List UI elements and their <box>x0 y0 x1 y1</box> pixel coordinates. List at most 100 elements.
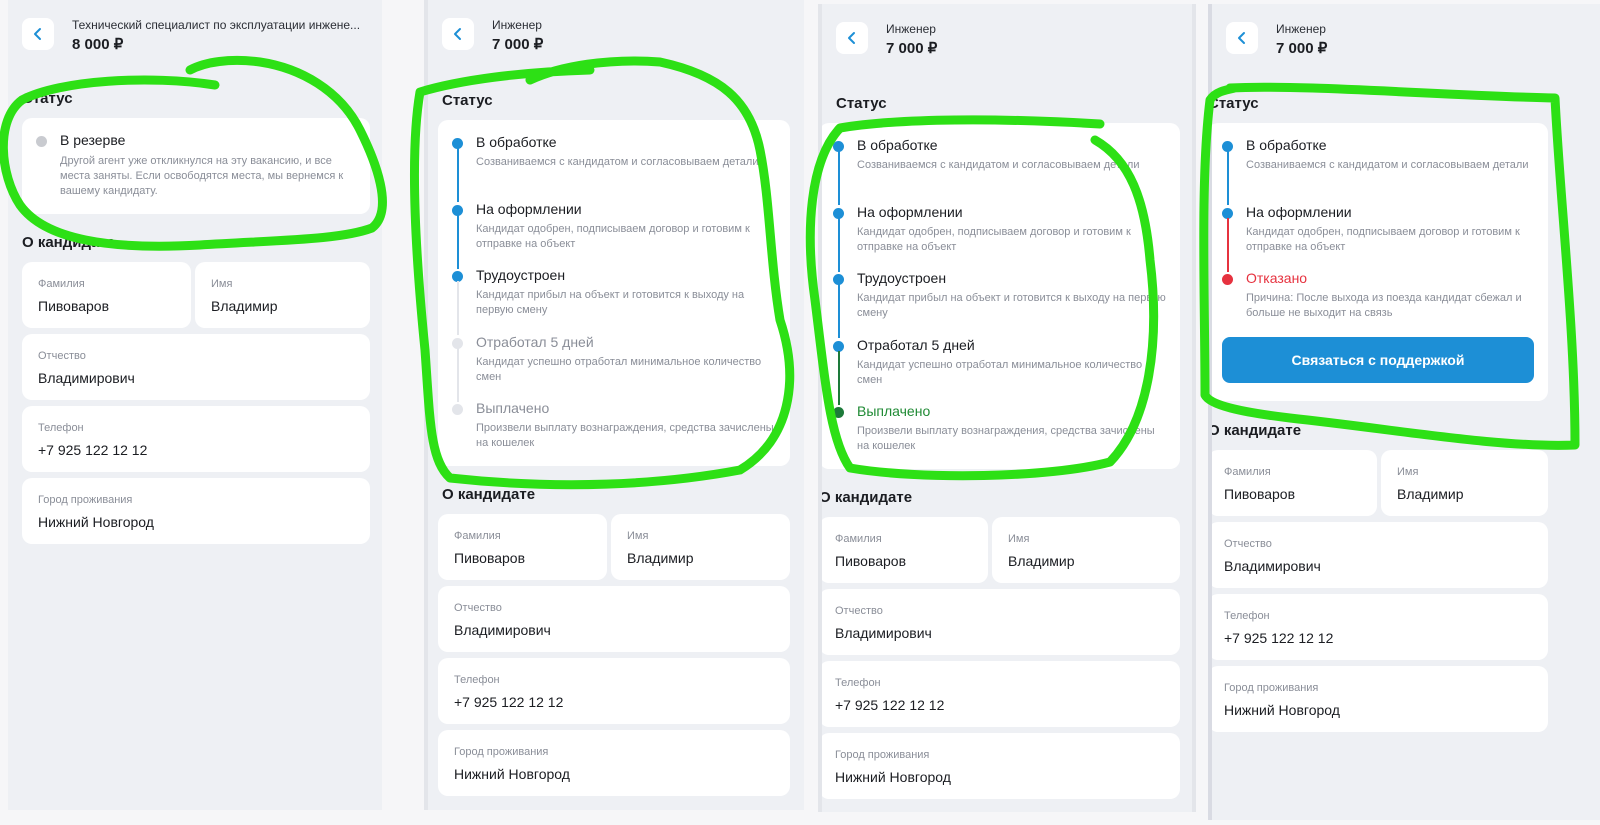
step-title: На оформлении <box>476 201 582 217</box>
field-patronymic[interactable]: Отчество Владимирович <box>1212 522 1548 588</box>
field-value: Нижний Новгород <box>1224 702 1340 718</box>
timeline-line <box>838 218 840 272</box>
back-button[interactable] <box>442 18 474 50</box>
back-button[interactable] <box>836 22 868 54</box>
field-value: Владимирович <box>454 622 551 638</box>
step-desc: Кандидат прибыл на объект и готовится к … <box>476 289 745 316</box>
contact-support-button[interactable]: Связаться с поддержкой <box>1222 337 1534 383</box>
candidate-title: О кандидате <box>22 234 116 251</box>
job-price: 7 000 ₽ <box>1276 40 1328 57</box>
step-desc: Кандидат одобрен, подписываем договор и … <box>857 226 1131 253</box>
back-button[interactable] <box>22 18 54 50</box>
field-name[interactable]: Имя Владимир <box>992 517 1180 583</box>
field-label: Телефон <box>38 422 84 434</box>
field-label: Фамилия <box>454 530 501 542</box>
field-value: +7 925 122 12 12 <box>1224 630 1334 646</box>
timeline-line <box>1227 151 1229 205</box>
field-value: Нижний Новгород <box>835 769 951 785</box>
timeline-line <box>838 151 840 205</box>
timeline-dot-icon <box>452 404 463 415</box>
field-value: +7 925 122 12 12 <box>38 442 148 458</box>
step-desc: Кандидат одобрен, подписываем договор и … <box>1246 226 1520 253</box>
field-value: Владимир <box>627 550 694 566</box>
job-title: Инженер <box>886 22 936 36</box>
field-name[interactable]: Имя Владимир <box>1381 450 1548 516</box>
step-title: Отработал 5 дней <box>476 334 594 350</box>
field-phone[interactable]: Телефон +7 925 122 12 12 <box>22 406 370 472</box>
field-phone[interactable]: Телефон +7 925 122 12 12 <box>438 658 790 724</box>
timeline-line <box>838 351 840 405</box>
timeline-dot-icon <box>1222 274 1233 285</box>
reserve-dot-icon <box>36 136 47 147</box>
step-title: Трудоустроен <box>476 267 566 283</box>
step-title: В обработке <box>476 134 557 150</box>
step-desc: Кандидат успешно отработал минимальное к… <box>476 356 762 383</box>
field-city[interactable]: Город проживания Нижний Новгород <box>22 478 370 544</box>
step-title: На оформлении <box>1246 204 1352 220</box>
job-price: 7 000 ₽ <box>886 40 938 57</box>
field-surname[interactable]: Фамилия Пивоваров <box>1212 450 1377 516</box>
timeline-line <box>457 148 459 202</box>
field-patronymic[interactable]: Отчество Владимирович <box>22 334 370 400</box>
job-title: Технический специалист по эксплуатации и… <box>72 18 361 32</box>
timeline-dot-icon <box>833 407 844 418</box>
field-value: +7 925 122 12 12 <box>454 694 564 710</box>
field-label: Город проживания <box>38 494 133 506</box>
job-title: Инженер <box>1276 22 1326 36</box>
candidate-title: О кандидате <box>442 486 536 503</box>
field-patronymic[interactable]: Отчество Владимирович <box>822 589 1180 655</box>
field-name[interactable]: Имя Владимир <box>195 262 370 328</box>
status-card: В резерве Другой агент уже откликнулся н… <box>22 118 370 214</box>
field-label: Город проживания <box>454 746 549 758</box>
field-value: Владимирович <box>1224 558 1321 574</box>
header: Инженер 7 000 ₽ <box>1226 18 1590 62</box>
field-surname[interactable]: Фамилия Пивоваров <box>22 262 191 328</box>
status-title: Статус <box>22 90 73 107</box>
field-value: Нижний Новгород <box>454 766 570 782</box>
step-desc: Кандидат одобрен, подписываем договор и … <box>476 223 750 250</box>
field-city[interactable]: Город проживания Нижний Новгород <box>822 733 1180 799</box>
field-value: Владимир <box>211 298 278 314</box>
step-desc: Произвели выплату вознаграждения, средст… <box>476 422 774 449</box>
timeline-line <box>457 215 459 269</box>
field-value: Владимир <box>1397 486 1464 502</box>
field-label: Телефон <box>1224 610 1270 622</box>
field-label: Город проживания <box>835 749 930 761</box>
timeline-line <box>1227 218 1229 272</box>
field-label: Имя <box>1397 466 1419 478</box>
field-value: Нижний Новгород <box>38 514 154 530</box>
chevron-left-icon <box>848 32 855 44</box>
field-label: Фамилия <box>1224 466 1271 478</box>
field-label: Фамилия <box>835 533 882 545</box>
field-value: Пивоваров <box>1224 486 1296 502</box>
candidate-screen-paid: Инженер 7 000 ₽ Статус В обработке Созва… <box>818 4 1196 812</box>
field-label: Отчество <box>1224 538 1272 550</box>
chevron-left-icon <box>1238 32 1245 44</box>
field-city[interactable]: Город проживания Нижний Новгород <box>438 730 790 796</box>
timeline-line <box>457 281 459 335</box>
job-price: 7 000 ₽ <box>492 36 544 53</box>
field-patronymic[interactable]: Отчество Владимирович <box>438 586 790 652</box>
field-label: Отчество <box>835 605 883 617</box>
candidate-screen-reserve: Технический специалист по эксплуатации и… <box>8 0 382 810</box>
back-button[interactable] <box>1226 22 1258 54</box>
field-surname[interactable]: Фамилия Пивоваров <box>822 517 988 583</box>
field-surname[interactable]: Фамилия Пивоваров <box>438 514 607 580</box>
candidate-title: О кандидате <box>819 489 913 506</box>
timeline-line <box>457 348 459 402</box>
step-desc: Кандидат успешно отработал минимальное к… <box>857 359 1143 386</box>
step-desc: Причина: После выхода из поезда кандидат… <box>1246 292 1522 319</box>
step-title: Выплачено <box>476 400 550 416</box>
chevron-left-icon <box>34 28 41 40</box>
status-title: Статус <box>1208 95 1259 112</box>
step-title: Выплачено <box>857 403 931 419</box>
field-value: Пивоваров <box>835 553 907 569</box>
chevron-left-icon <box>454 28 461 40</box>
field-phone[interactable]: Телефон +7 925 122 12 12 <box>822 661 1180 727</box>
candidate-screen-in-progress: Инженер 7 000 ₽ Статус В обработке Созва… <box>424 0 804 810</box>
field-label: Отчество <box>454 602 502 614</box>
field-name[interactable]: Имя Владимир <box>611 514 790 580</box>
field-phone[interactable]: Телефон +7 925 122 12 12 <box>1212 594 1548 660</box>
field-value: Владимирович <box>835 625 932 641</box>
field-city[interactable]: Город проживания Нижний Новгород <box>1212 666 1548 732</box>
